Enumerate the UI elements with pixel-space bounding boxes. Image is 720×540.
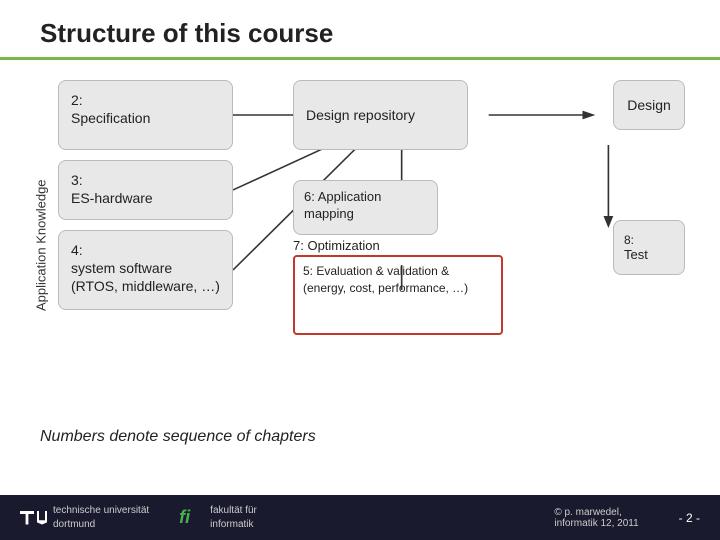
test-box: 8: Test [613, 220, 685, 275]
page-title: Structure of this course [40, 18, 680, 49]
left-column: 2: Specification 3: ES-hardware 4: syste… [58, 70, 233, 420]
sys-software-box: 4: system software (RTOS, middleware, …) [58, 230, 233, 310]
opt-number: 7: [293, 238, 304, 253]
optimization-text: 7: Optimization [293, 238, 503, 253]
test-label: Test [624, 247, 648, 262]
page-number: - 2 - [679, 511, 700, 525]
year: informatik 12, 2011 [554, 518, 638, 529]
tu-u-shape [37, 511, 47, 525]
app-mapping-box: 6: Application mapping [293, 180, 438, 235]
design-box: Design [613, 80, 685, 130]
opt-label: Optimization [307, 238, 379, 253]
faculty-name: informatik [210, 518, 257, 532]
faculty-logo: fi [179, 507, 190, 528]
design-label: Design [627, 97, 671, 113]
footnote-text: Numbers denote sequence of chapters [40, 428, 316, 445]
app-mapping-number: 6: [304, 189, 315, 204]
app-mapping-label: Application mapping [304, 189, 381, 221]
faculty-text: fakultät für informatik [210, 504, 257, 532]
spec-box: 2: Specification [58, 80, 233, 150]
design-repo-box: Design repository [293, 80, 468, 150]
center-right-area: Design repository 6: Application mapping… [233, 70, 690, 420]
eval-number: 5: [303, 264, 313, 278]
spec-number: 2: [71, 92, 83, 108]
vertical-label: Application Knowledge [30, 70, 52, 420]
university-city: dortmund [53, 518, 149, 532]
es-hardware-box: 3: ES-hardware [58, 160, 233, 220]
spec-label: Specification [71, 110, 150, 126]
fi-icon: fi [179, 507, 190, 528]
sys-number: 4: [71, 242, 83, 258]
university-name: technische universität [53, 504, 149, 518]
evaluation-box: 5: Evaluation & validation & (energy, co… [293, 255, 503, 335]
tu-logo-icon [20, 511, 47, 525]
es-label: ES-hardware [71, 190, 153, 206]
diagram-area: Application Knowledge 2: Specification 3… [0, 60, 720, 420]
footer: technische universität dortmund fi fakul… [0, 495, 720, 540]
sys-label: system software (RTOS, middleware, …) [71, 260, 220, 294]
copyright: © p. marwedel, [554, 507, 638, 518]
es-number: 3: [71, 172, 83, 188]
footnote: Numbers denote sequence of chapters [0, 420, 720, 446]
header: Structure of this course [0, 0, 720, 57]
tu-t-shape [20, 511, 34, 525]
eval-label: Evaluation & validation & (energy, cost,… [303, 264, 468, 295]
university-logo: technische universität dortmund [20, 504, 149, 532]
design-repo-label: Design repository [306, 106, 415, 124]
faculty-label: fakultät für [210, 504, 257, 518]
test-number: 8: [624, 233, 634, 247]
copyright-text: © p. marwedel, informatik 12, 2011 [554, 507, 638, 529]
university-text: technische universität dortmund [53, 504, 149, 532]
